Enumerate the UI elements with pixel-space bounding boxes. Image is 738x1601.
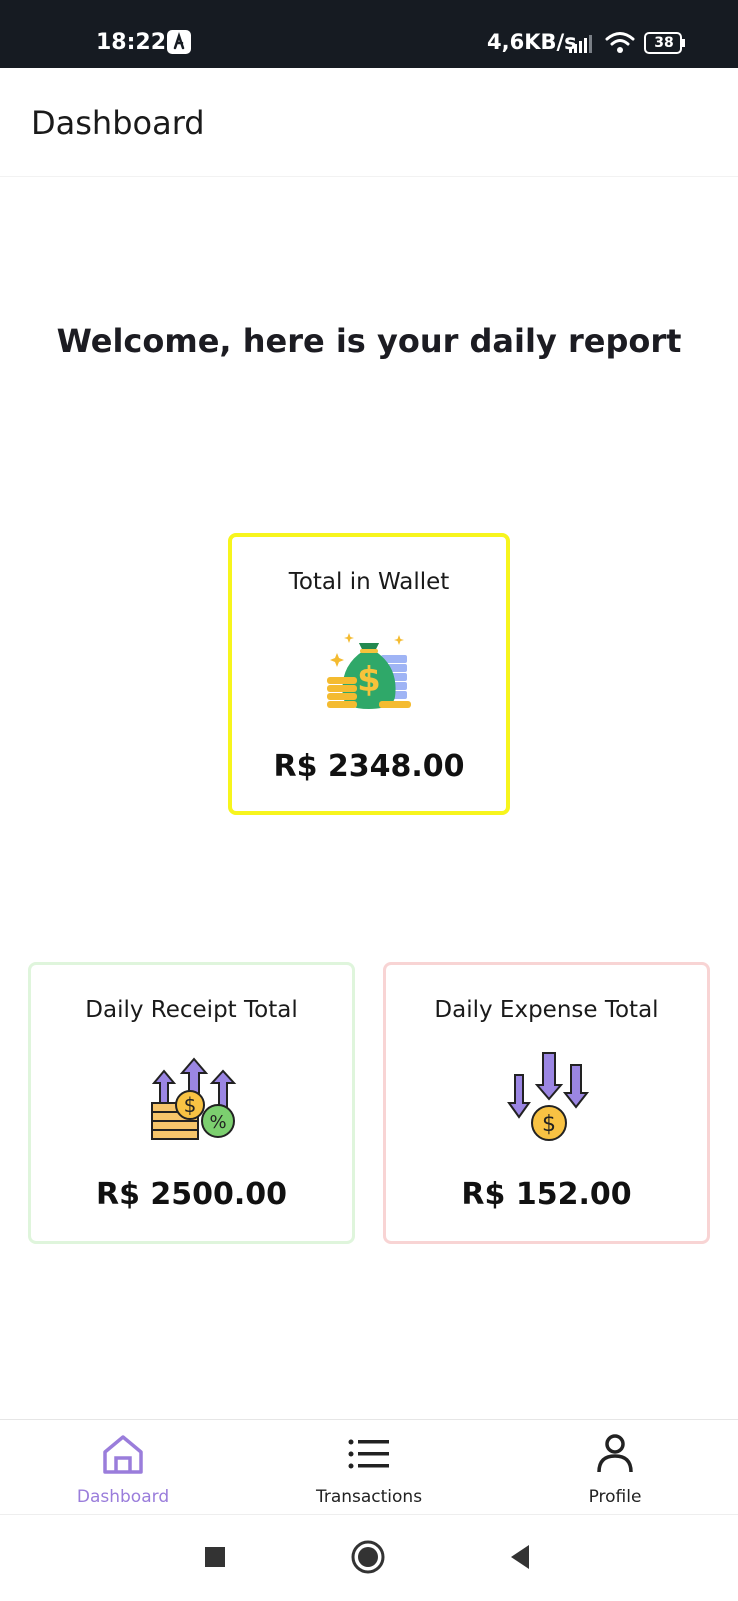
battery-level: 38 xyxy=(654,35,674,51)
page-title: Dashboard xyxy=(31,104,205,142)
network-speed: 4,6KB/s xyxy=(487,30,577,54)
recent-apps-button[interactable] xyxy=(193,1535,237,1579)
home-icon xyxy=(101,1432,145,1476)
nav-label-transactions: Transactions xyxy=(315,1487,423,1507)
expense-arrows-icon: $ xyxy=(499,1045,599,1145)
expense-card-title: Daily Expense Total xyxy=(434,997,659,1023)
wallet-card[interactable]: Total in Wallet $ R$ 2348.00 xyxy=(228,533,510,815)
svg-text:$: $ xyxy=(542,1112,556,1137)
wallet-card-title: Total in Wallet xyxy=(288,569,450,595)
wifi-icon xyxy=(604,30,636,54)
money-bag-icon: $ xyxy=(319,617,419,717)
nav-label-profile: Profile xyxy=(588,1487,642,1507)
nav-item-profile[interactable]: Profile xyxy=(492,1420,738,1514)
expense-total-value: R$ 152.00 xyxy=(461,1177,632,1212)
wallet-total-value: R$ 2348.00 xyxy=(273,749,465,784)
list-icon xyxy=(347,1432,391,1476)
person-icon xyxy=(593,1432,637,1476)
system-navigation-bar xyxy=(0,1514,738,1601)
receipt-total-value: R$ 2500.00 xyxy=(95,1177,288,1212)
nav-item-dashboard[interactable]: Dashboard xyxy=(0,1420,246,1514)
daily-receipt-card[interactable]: Daily Receipt Total $ % R$ 2500.00 xyxy=(28,962,355,1244)
svg-text:$: $ xyxy=(357,660,381,700)
welcome-message: Welcome, here is your daily report xyxy=(56,322,682,360)
app-header: Dashboard xyxy=(0,68,738,177)
signal-icon xyxy=(568,34,594,53)
back-button[interactable] xyxy=(499,1535,543,1579)
status-time: 18:22 xyxy=(96,30,167,55)
app-notification-icon xyxy=(167,30,191,54)
bottom-navigation: Dashboard Transactions Profile xyxy=(0,1419,738,1514)
svg-text:$: $ xyxy=(184,1093,197,1117)
svg-text:%: % xyxy=(209,1112,226,1133)
nav-label-dashboard: Dashboard xyxy=(76,1487,170,1507)
daily-expense-card[interactable]: Daily Expense Total $ R$ 152.00 xyxy=(383,962,710,1244)
home-button[interactable] xyxy=(346,1535,390,1579)
receipt-card-title: Daily Receipt Total xyxy=(85,997,298,1023)
income-arrows-icon: $ % xyxy=(144,1045,244,1145)
nav-item-transactions[interactable]: Transactions xyxy=(246,1420,492,1514)
status-bar: 18:22 4,6KB/s 38 xyxy=(0,0,738,68)
